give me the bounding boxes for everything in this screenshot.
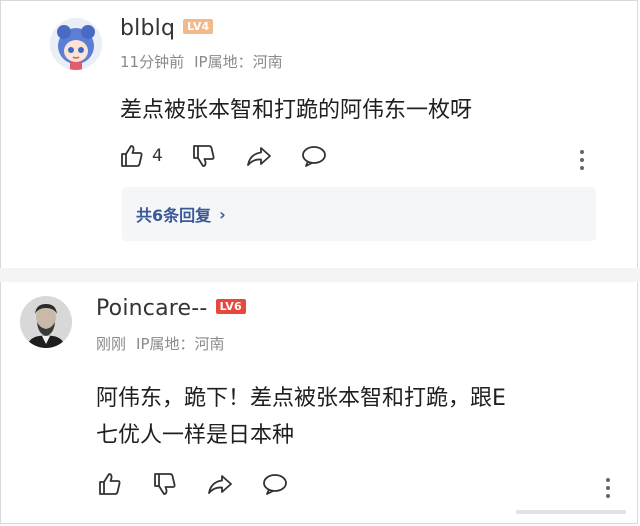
comment-time: 11分钟前 <box>120 53 185 71</box>
share-icon <box>246 147 271 166</box>
level-badge: LV4 <box>183 18 214 34</box>
share-button[interactable] <box>206 470 234 498</box>
dot-icon <box>606 494 610 498</box>
thumbs-down-icon <box>192 145 215 167</box>
reply-button[interactable] <box>300 142 328 170</box>
anime-avatar-icon <box>50 18 102 70</box>
ip-location: IP属地：河南 <box>136 335 225 353</box>
comment-meta: 刚刚 IP属地：河南 <box>96 333 225 354</box>
more-options-button[interactable] <box>580 146 586 174</box>
dislike-button[interactable] <box>190 142 218 170</box>
dot-icon <box>580 150 584 154</box>
username-text[interactable]: Poincare-- <box>96 296 208 321</box>
thumbs-up-icon <box>99 473 121 495</box>
comment-actions: 4 <box>118 142 355 170</box>
ip-location: IP属地：河南 <box>194 53 283 71</box>
comment-meta: 11分钟前 IP属地：河南 <box>120 51 283 72</box>
comment-text: 差点被张本智和打跪的阿伟东一枚呀 <box>120 98 473 123</box>
portrait-avatar-icon <box>20 296 72 348</box>
comment-actions <box>96 470 316 498</box>
share-icon <box>208 475 232 494</box>
comment-text-line: 阿伟东，跪下！差点被张本智和打跪，跟E <box>96 386 506 411</box>
comment-bubble-icon <box>263 474 287 495</box>
comment-time: 刚刚 <box>96 335 127 353</box>
thumbs-up-icon <box>121 145 143 167</box>
comment-bubble-icon <box>301 146 326 167</box>
reply-button[interactable] <box>261 470 289 498</box>
replies-expander[interactable]: 共6条回复 › <box>122 187 596 241</box>
like-button[interactable]: 4 <box>118 142 163 170</box>
more-options-button[interactable] <box>606 474 612 502</box>
share-button[interactable] <box>245 142 273 170</box>
comment-text-line: 七优人一样是日本种 <box>96 423 295 448</box>
dot-icon <box>606 478 610 482</box>
dot-icon <box>580 158 584 162</box>
username[interactable]: Poincare-- LV6 <box>96 296 246 321</box>
comment-divider <box>0 268 640 282</box>
level-badge: LV6 <box>215 298 246 314</box>
dislike-button[interactable] <box>151 470 179 498</box>
like-button[interactable] <box>96 470 124 498</box>
like-count: 4 <box>152 146 163 166</box>
thumbs-down-icon <box>154 473 176 495</box>
chevron-right-icon: › <box>219 204 226 224</box>
reply-count-link[interactable]: 共6条回复 <box>136 202 211 226</box>
dot-icon <box>606 486 610 490</box>
user-avatar[interactable] <box>20 296 72 348</box>
comment-text: 阿伟东，跪下！差点被张本智和打跪，跟E 七优人一样是日本种 <box>96 380 616 454</box>
username[interactable]: blblq LV4 <box>120 16 214 41</box>
user-avatar[interactable] <box>50 18 102 70</box>
scroll-indicator <box>516 510 626 514</box>
username-text[interactable]: blblq <box>120 16 175 41</box>
dot-icon <box>580 166 584 170</box>
